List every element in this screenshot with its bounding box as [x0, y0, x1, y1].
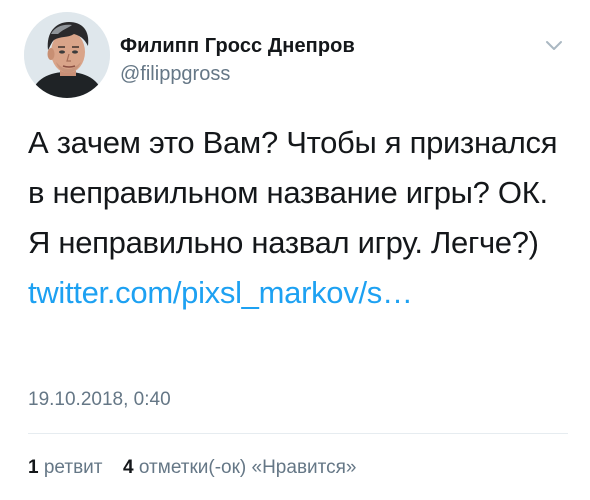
username[interactable]: @filippgross: [120, 62, 355, 86]
retweets-label: ретвит: [43, 457, 103, 478]
tweet-text-body: А зачем это Вам? Чтобы я признался в неп…: [28, 125, 558, 260]
tweet-link[interactable]: twitter.com/pixsl_markov/s…: [28, 275, 413, 310]
likes-count: 4: [123, 457, 134, 478]
tweet-card: Филипп Гросс Днепров @filippgross А заче…: [0, 0, 590, 500]
tweet-menu-button[interactable]: [544, 38, 564, 52]
avatar[interactable]: [24, 12, 110, 98]
tweet-timestamp[interactable]: 19.10.2018, 0:40: [28, 388, 171, 412]
tweet-text: А зачем это Вам? Чтобы я признался в неп…: [28, 118, 568, 318]
likes-stat[interactable]: 4 отметки(-ок) «Нравится»: [123, 457, 356, 478]
divider: [28, 433, 568, 434]
tweet-stats: 1 ретвит 4 отметки(-ок) «Нравится»: [28, 456, 357, 480]
chevron-down-icon: [546, 41, 562, 50]
retweets-count: 1: [28, 457, 39, 478]
retweets-stat[interactable]: 1 ретвит: [28, 457, 108, 478]
tweet-header: Филипп Гросс Днепров @filippgross: [16, 8, 576, 100]
likes-label: отметки(-ок) «Нравится»: [138, 457, 357, 478]
user-names: Филипп Гросс Днепров @filippgross: [120, 34, 355, 86]
avatar-illustration: [24, 12, 110, 98]
display-name[interactable]: Филипп Гросс Днепров: [120, 34, 355, 58]
